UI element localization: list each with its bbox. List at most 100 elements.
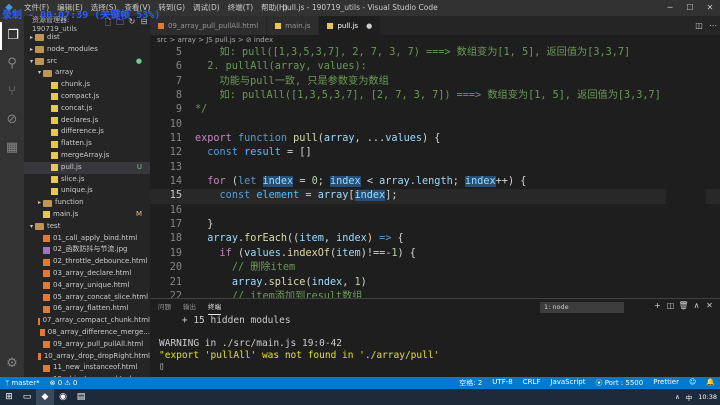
code-line[interactable]: 10 xyxy=(150,118,720,132)
more-icon[interactable]: ⋯ xyxy=(706,21,720,30)
panel-tab[interactable]: 输出 xyxy=(183,300,196,314)
code-line[interactable]: 18 array.forEach((item, index) => { xyxy=(150,232,720,246)
windows-start-icon[interactable]: ⊞ xyxy=(0,389,18,405)
code-line[interactable]: 9 */ xyxy=(150,103,720,117)
source-control-icon[interactable]: ⑂ xyxy=(0,78,24,106)
tree-item[interactable]: 08_array_difference_merge... xyxy=(24,327,150,339)
tree-item[interactable]: unique.js xyxy=(24,185,150,197)
terminal-output[interactable]: + 15 hidden modules WARNING in ./src/mai… xyxy=(150,315,720,373)
chevron-up-icon[interactable]: ∧ xyxy=(690,301,703,310)
editor-tab[interactable]: 09_array_pull_pullAll.html xyxy=(150,16,268,35)
status-item[interactable]: Prettier xyxy=(648,378,684,388)
menu-item[interactable]: 调试(D) xyxy=(189,0,224,16)
add-terminal-icon[interactable]: + xyxy=(651,301,664,310)
tree-item[interactable]: 05_array_concat_slice.html xyxy=(24,292,150,304)
code-line[interactable]: 22 // item添加到result数组 xyxy=(150,290,720,298)
tree-item[interactable]: flatten.js xyxy=(24,138,150,150)
tray-item[interactable]: ∧ xyxy=(672,393,683,401)
status-item[interactable]: ⦿ Port : 5500 xyxy=(590,378,648,388)
tree-item[interactable]: pull.js U xyxy=(24,161,150,174)
status-item[interactable]: ⊗ 0 ⚠ 0 xyxy=(45,379,83,387)
code-line[interactable]: 16 xyxy=(150,204,720,218)
taskbar-vscode-icon[interactable]: ◆ xyxy=(36,389,54,405)
explorer-icon[interactable]: ❐ xyxy=(0,22,24,50)
code-line[interactable]: 8 如: pullAll([1,3,5,3,7], [2, 7, 3, 7]) … xyxy=(150,89,720,103)
gear-icon[interactable]: ⚙ xyxy=(0,356,24,371)
code-line[interactable]: 12 const result = [] xyxy=(150,146,720,160)
terminal-select[interactable]: 1: node xyxy=(540,302,624,313)
menu-item[interactable]: 帮助(H) xyxy=(257,0,292,16)
code-line[interactable]: 19 if (values.indexOf(item)!==-1) { xyxy=(150,247,720,261)
code-line[interactable]: 6 2. pullAll(array, values): xyxy=(150,60,720,74)
tray-item[interactable]: 中 xyxy=(683,392,696,402)
minimize-icon[interactable]: ─ xyxy=(660,0,680,16)
debug-icon[interactable]: ⊘ xyxy=(0,106,24,134)
close-panel-icon[interactable]: ✕ xyxy=(703,301,716,310)
code-editor[interactable]: 5 如: pull([1,3,5,3,7], 2, 7, 3, 7) ===> … xyxy=(150,46,720,298)
tab-label: 09_array_pull_pullAll.html xyxy=(168,21,259,30)
tree-item[interactable]: 02_函数防抖与节流.jpg xyxy=(24,244,150,256)
status-item[interactable]: ᛘ master* xyxy=(0,379,45,387)
split-editor-icon[interactable]: ◫ xyxy=(692,21,706,30)
search-icon[interactable]: ⚲ xyxy=(0,50,24,78)
tree-item[interactable]: 03_array_declare.html xyxy=(24,268,150,280)
tree-item[interactable]: 10_array_drop_dropRight.html xyxy=(24,351,150,363)
tree-item[interactable]: 04_array_unique.html xyxy=(24,280,150,292)
maximize-icon[interactable]: ☐ xyxy=(680,0,700,16)
tree-item[interactable]: ▾ src ● xyxy=(24,56,150,68)
tree-item[interactable]: ▸ node_modules xyxy=(24,44,150,56)
menu-item[interactable]: 终端(T) xyxy=(224,0,257,16)
tree-item[interactable]: difference.js xyxy=(24,126,150,138)
tree-item[interactable]: slice.js xyxy=(24,174,150,186)
code-line[interactable]: 17 } xyxy=(150,218,720,232)
status-item[interactable]: 空格: 2 xyxy=(454,378,487,388)
tree-item[interactable]: concat.js xyxy=(24,103,150,115)
code-line[interactable]: 15 const element = array[index]; xyxy=(150,189,720,204)
tree-item[interactable]: declares.js xyxy=(24,115,150,127)
tree-item[interactable]: ▾ array xyxy=(24,67,150,79)
tray-item[interactable]: 10:38 xyxy=(695,393,720,401)
code-line[interactable]: 11 export function pull(array, ...values)… xyxy=(150,132,720,146)
status-item[interactable]: CRLF xyxy=(518,378,546,388)
trash-icon[interactable]: 🗑 xyxy=(677,301,690,310)
code-line[interactable]: 20 // 删除item xyxy=(150,261,720,275)
code-line[interactable]: 7 功能与pull一致, 只是参数变为数组 xyxy=(150,75,720,89)
tree-item[interactable]: 06_array_flatten.html xyxy=(24,303,150,315)
code-line[interactable]: 14 for (let index = 0; index < array.len… xyxy=(150,175,720,189)
tree-item[interactable]: compact.js xyxy=(24,91,150,103)
minimap[interactable] xyxy=(666,46,706,298)
editor-tab[interactable]: pull.js ● xyxy=(319,16,382,35)
tree-item[interactable]: ▸ function xyxy=(24,197,150,209)
status-item[interactable]: JavaScript xyxy=(545,378,590,388)
taskbar-chrome-icon[interactable]: ◉ xyxy=(54,389,72,405)
tree-item[interactable]: main.js M xyxy=(24,209,150,221)
tree-item[interactable]: 11_new_instanceof.html xyxy=(24,362,150,374)
split-terminal-icon[interactable]: ◫ xyxy=(664,301,677,310)
status-item[interactable]: 🔔 xyxy=(701,378,720,388)
panel-tab[interactable]: 问题 xyxy=(158,300,171,314)
tree-item[interactable]: 09_array_pull_pullAll.html xyxy=(24,339,150,351)
html-file-icon xyxy=(40,329,45,337)
breadcrumb[interactable]: src > array > JS pull.js > ⊘ index xyxy=(150,35,720,46)
status-item[interactable]: UTF-8 xyxy=(487,378,517,388)
status-item[interactable]: ☺ xyxy=(684,378,701,388)
panel-tab[interactable]: 终端 xyxy=(208,300,221,315)
taskbar-folder-icon[interactable]: ▤ xyxy=(72,389,90,405)
code-line[interactable]: 21 array.splice(index, 1) xyxy=(150,276,720,290)
tree-item[interactable]: mergeArray.js xyxy=(24,150,150,162)
taskbar-explorer-icon[interactable]: ▭ xyxy=(18,389,36,405)
code-line[interactable]: 13 xyxy=(150,161,720,175)
tree-item[interactable]: 02_throttle_debounce.html xyxy=(24,256,150,268)
tree-item[interactable]: chunk.js xyxy=(24,79,150,91)
terminal-line: ▯ xyxy=(159,361,165,372)
code-line[interactable]: 5 如: pull([1,3,5,3,7], 2, 7, 3, 7) ===> … xyxy=(150,46,720,60)
close-icon[interactable]: ✕ xyxy=(700,0,720,16)
line-number: 16 xyxy=(169,204,182,216)
tree-item[interactable]: 07_array_compact_chunk.html xyxy=(24,315,150,327)
tree-item[interactable]: 01_call_apply_bind.html xyxy=(24,233,150,245)
unsaved-dot-icon[interactable]: ● xyxy=(366,22,372,30)
tree-item[interactable]: ▾ test xyxy=(24,221,150,233)
extensions-icon[interactable]: ▦ xyxy=(0,134,24,162)
tree-item[interactable]: ▸ dist xyxy=(24,32,150,44)
editor-tab[interactable]: main.js xyxy=(267,16,320,35)
